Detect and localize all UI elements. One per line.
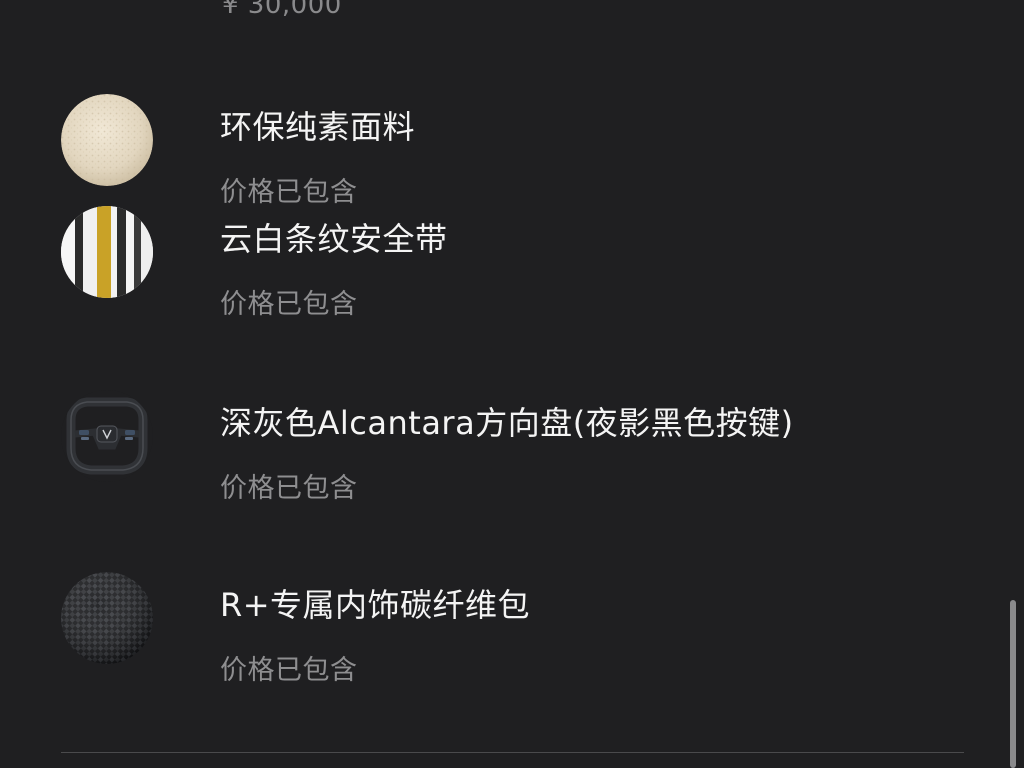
previous-item-price: ¥ 30,000 xyxy=(222,0,342,20)
vegan-leather-swatch-icon xyxy=(61,94,153,186)
carbon-fiber-swatch-icon xyxy=(61,572,153,664)
section-divider xyxy=(61,752,964,753)
item-title: 云白条纹安全带 xyxy=(220,220,448,258)
item-price-status: 价格已包含 xyxy=(220,655,358,686)
item-title: 深灰色Alcantara方向盘(夜影黑色按键) xyxy=(220,404,794,442)
options-list-screen: ¥ 30,000 环保纯素面料 价格已包含 云白条纹安全带 价格已包含 深灰色A… xyxy=(0,0,1024,768)
item-title: 环保纯素面料 xyxy=(220,108,416,146)
striped-seatbelt-swatch-icon xyxy=(61,206,153,298)
steering-wheel-icon xyxy=(61,390,153,482)
scrollbar[interactable] xyxy=(1010,600,1016,768)
item-price-status: 价格已包含 xyxy=(220,473,358,504)
item-price-status: 价格已包含 xyxy=(220,289,358,320)
item-title: R+专属内饰碳纤维包 xyxy=(220,586,531,624)
item-price-status: 价格已包含 xyxy=(220,177,358,208)
